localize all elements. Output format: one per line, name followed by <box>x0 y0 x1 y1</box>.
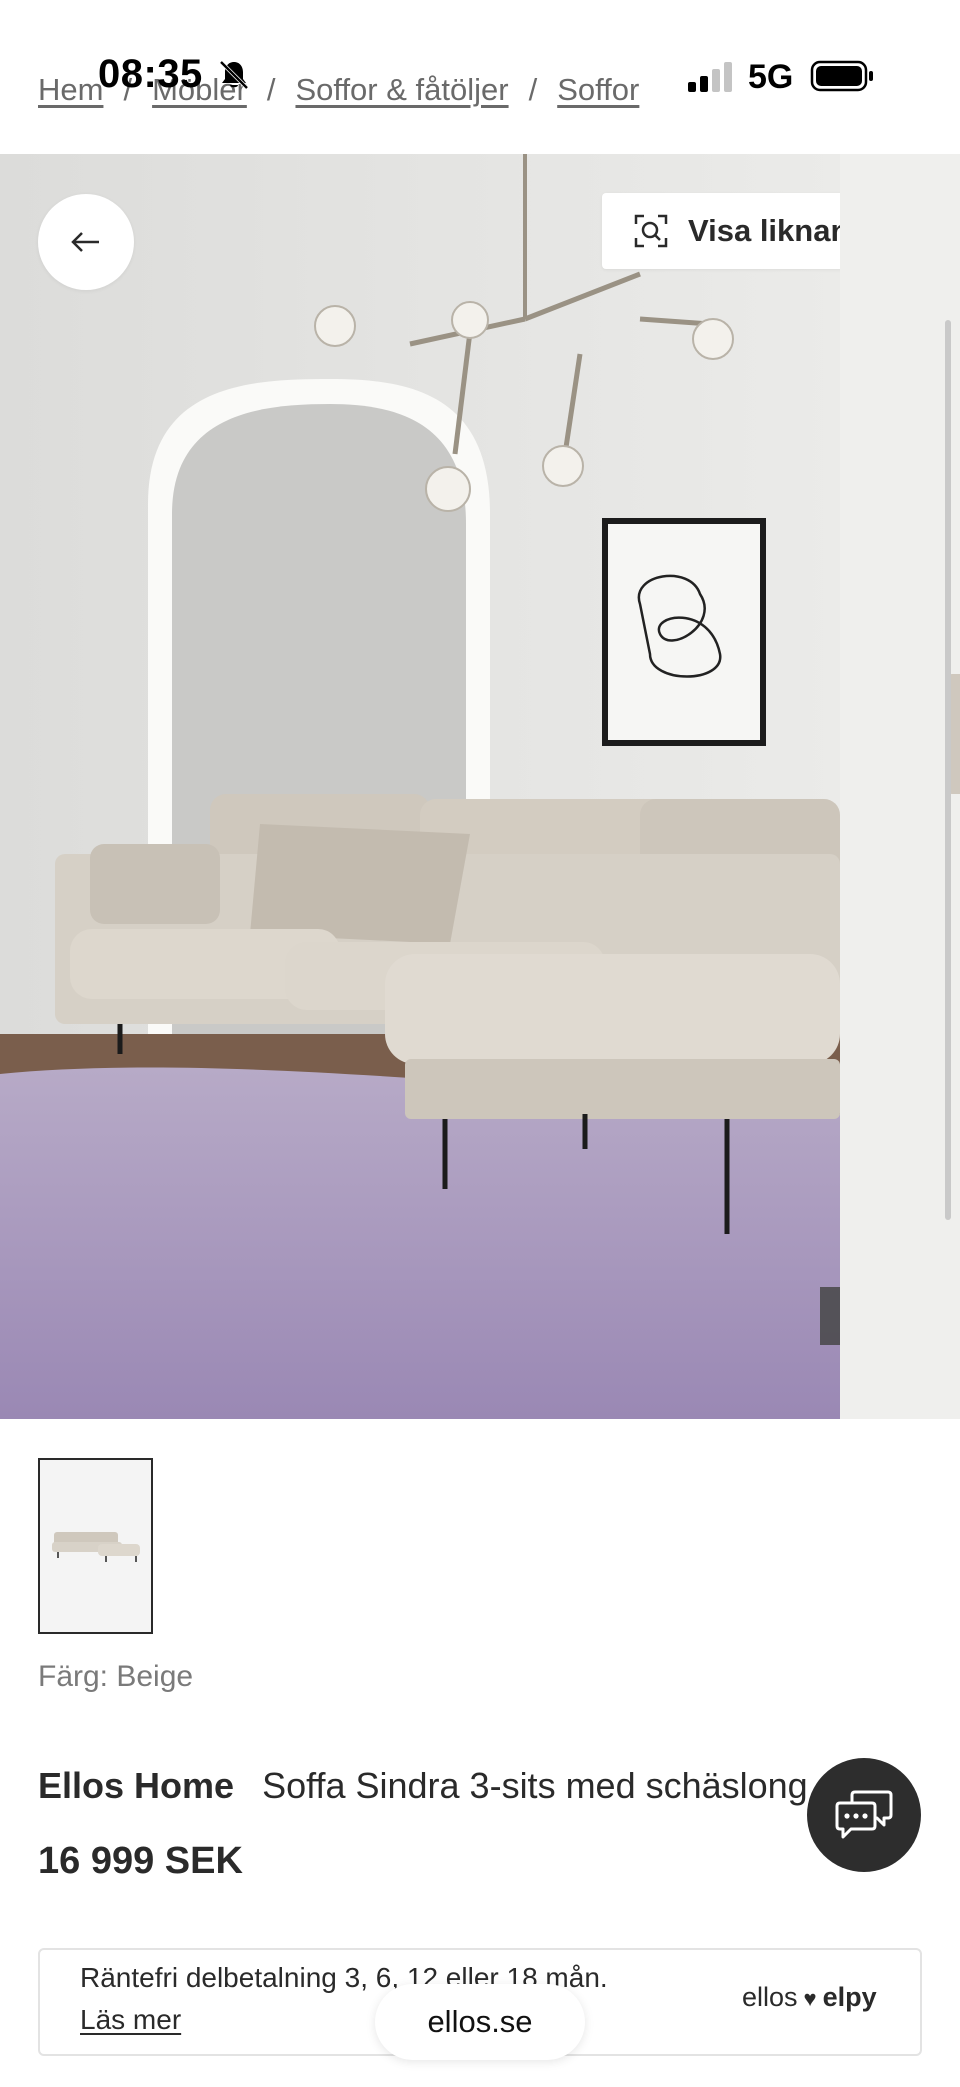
network-label: 5G <box>748 58 794 96</box>
visa-liknande-label: Visa liknande <box>688 213 840 248</box>
product-price: 16 999 SEK <box>38 1840 243 1882</box>
ellos-elpy-logo: ellos ♥ elpy <box>742 1982 877 2013</box>
elpy-logo-text: elpy <box>822 1982 877 2012</box>
bell-slash-icon <box>219 60 249 90</box>
battery-icon <box>810 60 873 92</box>
next-image-peek[interactable] <box>840 154 960 1419</box>
breadcrumb-sofas-armchairs[interactable]: Soffor & fåtöljer <box>295 72 508 108</box>
signal-icon <box>688 62 732 92</box>
breadcrumb-separator: / <box>528 72 538 107</box>
ellos-logo-text: ellos <box>742 1982 798 2012</box>
breadcrumb-sofas[interactable]: Soffor <box>557 72 639 108</box>
status-time: 08:35 <box>98 52 203 96</box>
breadcrumb-home[interactable]: Hem <box>38 72 103 108</box>
sofa-thumbnail-icon <box>51 1532 140 1562</box>
image-counter: 1 / 7 <box>820 1287 840 1345</box>
browser-url-bar[interactable]: ellos.se <box>375 1984 585 2060</box>
read-more-link[interactable]: Läs mer <box>80 2004 181 2036</box>
sofa-room-photo <box>0 154 840 1419</box>
color-label: Färg: Beige <box>38 1660 194 1693</box>
product-name: Soffa Sindra 3-sits med schäslong <box>262 1765 808 1806</box>
visual-search-icon <box>634 214 668 248</box>
thumbnail-selected[interactable] <box>38 1458 153 1634</box>
product-image[interactable]: Visa liknande 1 / 7 <box>0 154 840 1419</box>
product-brand[interactable]: Ellos Home <box>38 1765 234 1806</box>
chat-button[interactable] <box>807 1758 921 1872</box>
back-button[interactable] <box>38 194 134 290</box>
product-title: Ellos Home Soffa Sindra 3-sits med schäs… <box>38 1765 808 1807</box>
gallery-scrollbar <box>945 320 951 1220</box>
chat-bubbles-icon <box>835 1790 893 1839</box>
visa-liknande-button[interactable]: Visa liknande <box>602 193 840 269</box>
top-header: Hem / Möbler / Soffor & fåtöljer / Soffo… <box>0 0 960 154</box>
heart-icon: ♥ <box>803 1986 817 2011</box>
breadcrumb-separator: / <box>266 72 276 107</box>
arrow-left-icon <box>71 232 99 252</box>
